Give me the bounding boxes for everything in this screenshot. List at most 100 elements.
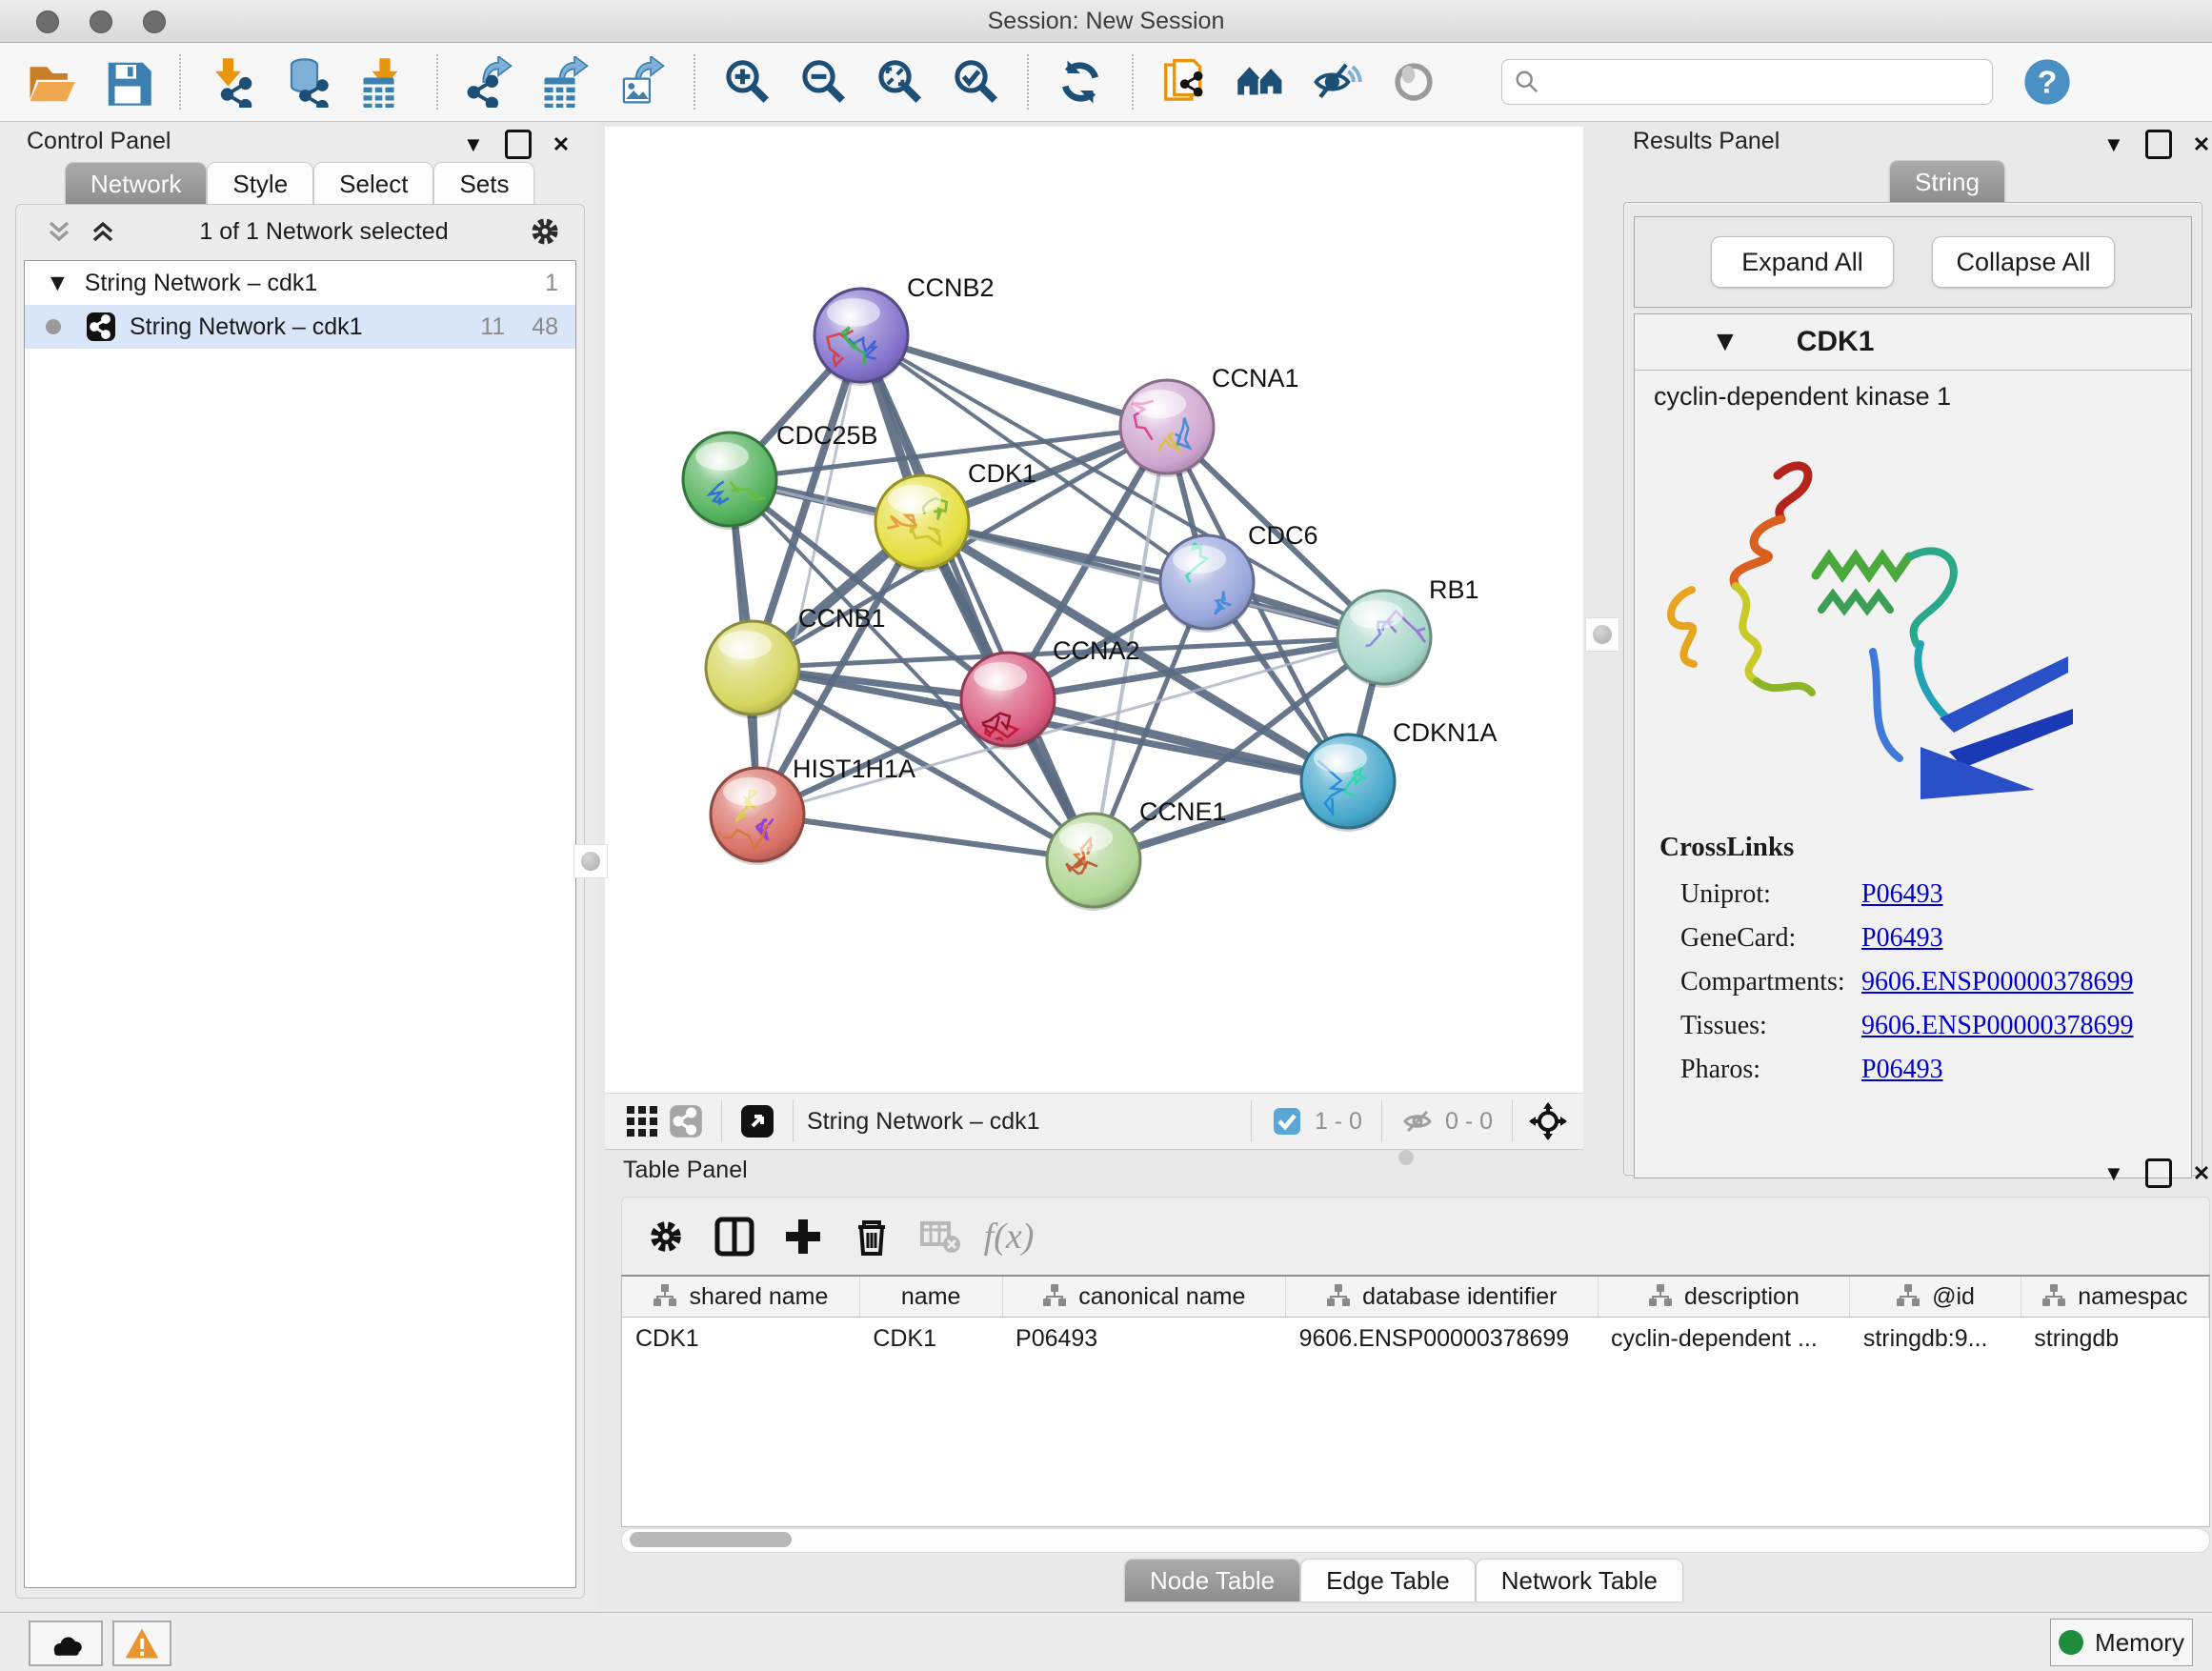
protein-structure-image <box>1635 423 2168 823</box>
add-column-icon[interactable] <box>774 1208 832 1265</box>
node-CCNA1[interactable]: CCNA1 <box>1120 364 1299 477</box>
hide-graphics-icon[interactable] <box>1308 52 1367 111</box>
column-header-shared-name[interactable]: shared name <box>622 1277 859 1318</box>
network-row[interactable]: String Network – cdk1 11 48 <box>25 305 575 349</box>
node-HIST1H1A[interactable]: HIST1H1A <box>711 755 915 865</box>
tab-sets[interactable]: Sets <box>433 162 534 205</box>
import-network-icon[interactable] <box>203 52 262 111</box>
column-header-name[interactable]: name <box>859 1277 1002 1318</box>
left-splitter-handle[interactable] <box>573 844 608 878</box>
table-row[interactable]: CDK1CDK1P064939606.ENSP00000378699cyclin… <box>622 1318 2209 1360</box>
column-header-description[interactable]: description <box>1598 1277 1850 1318</box>
crosslink-link[interactable]: 9606.ENSP00000378699 <box>1861 1011 2133 1041</box>
tab-string[interactable]: String <box>1889 160 2005 203</box>
tab-network-table[interactable]: Network Table <box>1476 1559 1683 1601</box>
string-home-icon[interactable] <box>1232 52 1291 111</box>
expand-all-button[interactable]: Expand All <box>1711 236 1894 288</box>
warning-icon <box>124 1625 160 1661</box>
close-panel-icon[interactable]: ✕ <box>2193 132 2210 157</box>
network-canvas[interactable]: CCNB2CCNA1CDC25BCDK1CDC6RB1CCNB1CCNA2CDK… <box>605 127 1583 1093</box>
control-panel-title: Control Panel <box>27 128 171 162</box>
table-options-gear-icon[interactable] <box>637 1208 694 1265</box>
share-document-icon[interactable] <box>1156 52 1215 111</box>
zoom-selected-icon[interactable] <box>946 52 1005 111</box>
collapse-panel-icon[interactable]: ▼ <box>463 132 484 157</box>
delete-column-icon[interactable] <box>843 1208 900 1265</box>
node-CDKN1A[interactable]: CDKN1A <box>1301 718 1498 832</box>
tab-network[interactable]: Network <box>65 162 207 205</box>
collapse-all-button[interactable]: Collapse All <box>1932 236 2115 288</box>
gene-name: CDK1 <box>1797 326 1875 358</box>
zoom-out-icon[interactable] <box>794 52 853 111</box>
right-splitter-handle[interactable] <box>1585 617 1619 652</box>
crosslink-row: Pharos:P06493 <box>1635 1048 2191 1092</box>
export-image-icon[interactable] <box>613 52 672 111</box>
import-database-icon[interactable] <box>279 52 338 111</box>
node-label-CDC6: CDC6 <box>1248 521 1318 550</box>
tab-style[interactable]: Style <box>207 162 313 205</box>
table-horizontal-scrollbar[interactable] <box>621 1528 2210 1553</box>
column-header--id[interactable]: @id <box>1850 1277 2021 1318</box>
close-panel-icon[interactable]: ✕ <box>2193 1161 2210 1186</box>
expand-all-icon[interactable] <box>81 210 125 253</box>
result-expander-icon[interactable]: ▼ <box>1711 326 1739 358</box>
birds-eye-view-icon[interactable] <box>735 1099 779 1143</box>
scrollbar-thumb[interactable] <box>630 1532 792 1547</box>
edge-HIST1H1A-CCNE1[interactable] <box>757 815 1094 860</box>
float-panel-icon[interactable] <box>2145 130 2172 159</box>
column-header-namespac[interactable]: namespac <box>2021 1277 2208 1318</box>
help-icon[interactable]: ? <box>2018 52 2077 111</box>
crosslink-label: GeneCard: <box>1680 923 1861 954</box>
tab-select[interactable]: Select <box>313 162 433 205</box>
warnings-button[interactable] <box>112 1621 171 1666</box>
float-panel-icon[interactable] <box>2145 1158 2172 1188</box>
fit-selected-crosshair-icon[interactable] <box>1526 1099 1570 1143</box>
edge-CCNB2-HIST1H1A[interactable] <box>757 335 861 815</box>
crosslink-link[interactable]: P06493 <box>1861 923 1943 954</box>
ribbon-segment <box>1778 466 1808 519</box>
cloud-status-button[interactable] <box>29 1621 103 1666</box>
memory-button[interactable]: Memory <box>2050 1619 2193 1666</box>
open-session-icon[interactable] <box>22 52 81 111</box>
show-columns-icon[interactable] <box>706 1208 763 1265</box>
node-RB1[interactable]: RB1 <box>1337 575 1479 688</box>
collection-expander-icon[interactable]: ▼ <box>46 270 70 297</box>
crosslink-link[interactable]: P06493 <box>1861 1055 1943 1085</box>
search-box[interactable] <box>1501 59 1993 105</box>
collapse-panel-icon[interactable]: ▼ <box>2103 132 2124 157</box>
column-header-database-identifier[interactable]: database identifier <box>1286 1277 1598 1318</box>
export-table-icon[interactable] <box>536 52 595 111</box>
network-collection-row[interactable]: ▼ String Network – cdk1 1 <box>25 261 575 305</box>
collapse-all-icon[interactable] <box>37 210 81 253</box>
graphics-details-icon[interactable] <box>1384 52 1443 111</box>
status-bar: Memory <box>0 1612 2212 1671</box>
search-input[interactable] <box>1540 68 1981 96</box>
collapse-panel-icon[interactable]: ▼ <box>2103 1161 2124 1186</box>
selected-checkbox-icon[interactable] <box>1265 1099 1309 1143</box>
refresh-layout-icon[interactable] <box>1051 52 1110 111</box>
save-session-icon[interactable] <box>98 52 157 111</box>
crosslink-label: Tissues: <box>1680 1011 1861 1041</box>
function-builder-icon[interactable]: f(x) <box>980 1208 1037 1265</box>
column-header-canonical-name[interactable]: canonical name <box>1002 1277 1286 1318</box>
ribbon-segment <box>1757 681 1812 693</box>
tab-node-table[interactable]: Node Table <box>1124 1559 1300 1601</box>
tab-edge-table[interactable]: Edge Table <box>1300 1559 1476 1601</box>
table-toolbar: f(x) <box>621 1197 2210 1277</box>
grid-mode-icon[interactable] <box>620 1099 664 1143</box>
crosslink-link[interactable]: 9606.ENSP00000378699 <box>1861 967 2133 997</box>
zoom-fit-icon[interactable] <box>870 52 929 111</box>
float-panel-icon[interactable] <box>505 130 532 159</box>
import-table-icon[interactable] <box>355 52 414 111</box>
zoom-in-icon[interactable] <box>717 52 776 111</box>
hidden-eye-icon[interactable] <box>1396 1099 1439 1143</box>
table-cell: CDK1 <box>859 1318 1002 1360</box>
delete-table-icon[interactable] <box>912 1208 969 1265</box>
crosslink-link[interactable]: P06493 <box>1861 879 1943 910</box>
network-share-icon[interactable] <box>664 1099 708 1143</box>
table-cell: 9606.ENSP00000378699 <box>1286 1318 1598 1360</box>
crosslink-label: Pharos: <box>1680 1055 1861 1085</box>
network-options-gear-icon[interactable] <box>523 210 567 253</box>
export-network-icon[interactable] <box>460 52 519 111</box>
close-panel-icon[interactable]: ✕ <box>553 132 570 157</box>
